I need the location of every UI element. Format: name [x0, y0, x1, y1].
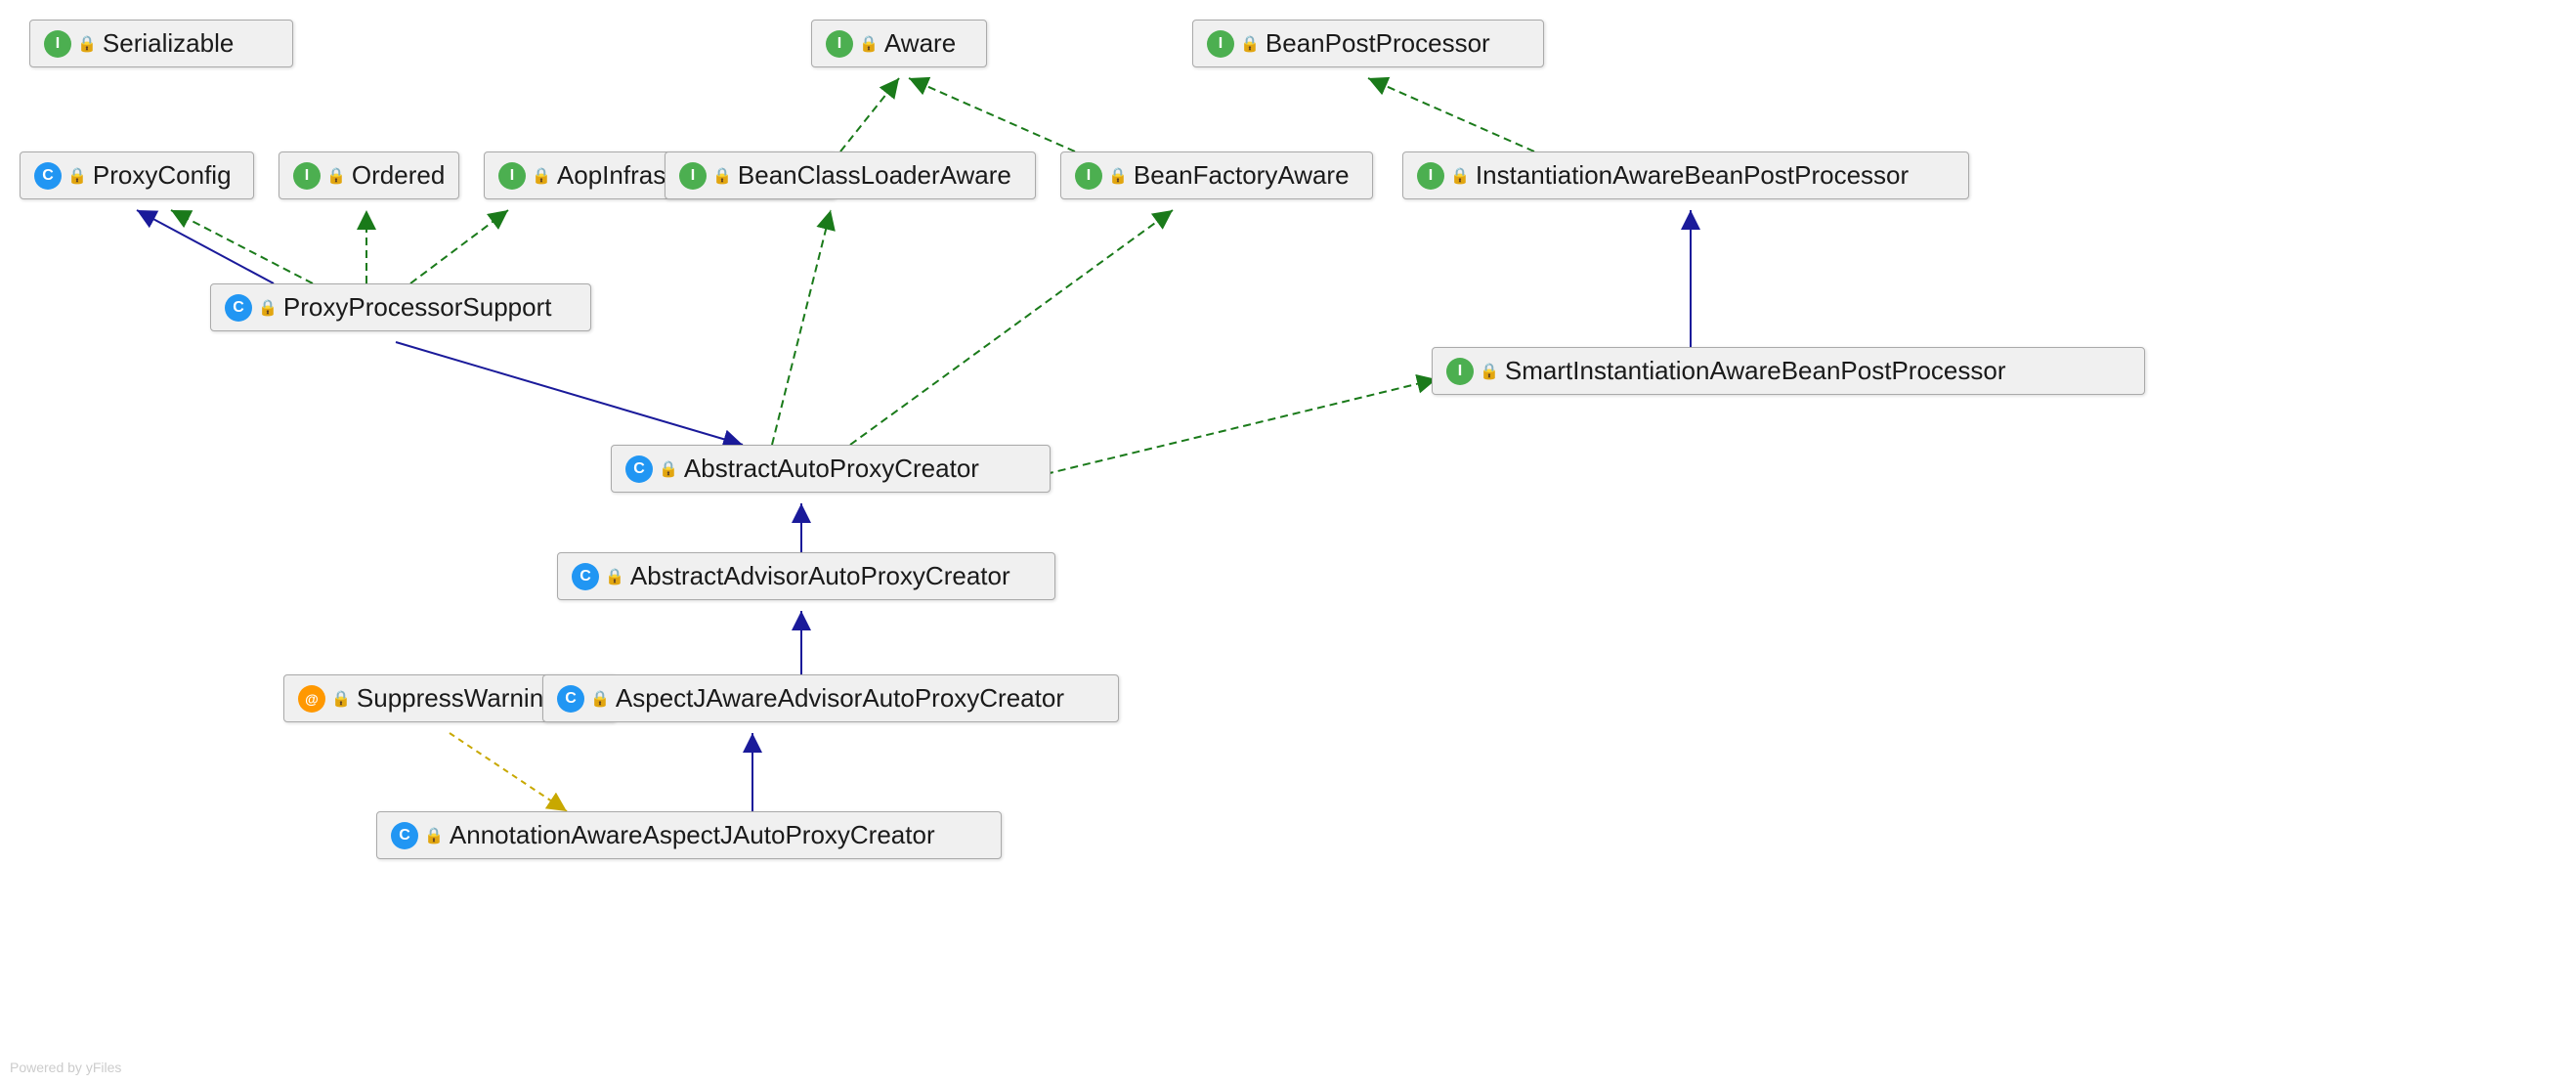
node-proxyprocessorsupport[interactable]: C 🔒 ProxyProcessorSupport [210, 283, 591, 331]
node-instantiationawarebeanpostprocessor[interactable]: I 🔒 InstantiationAwareBeanPostProcessor [1402, 152, 1969, 199]
node-aspectjawareadvisorautoproxycreator[interactable]: C 🔒 AspectJAwareAdvisorAutoProxyCreator [542, 674, 1119, 722]
badge-proxyconfig: C [34, 162, 62, 190]
diagram-container: I 🔒 Serializable I 🔒 Aware I 🔒 BeanPostP… [0, 0, 2576, 1083]
label-smartinstantiationawarebeanpostprocessor: SmartInstantiationAwareBeanPostProcessor [1505, 356, 2006, 386]
badge-instantiationawarebeanpostprocessor: I [1417, 162, 1444, 190]
node-beanpostprocessor[interactable]: I 🔒 BeanPostProcessor [1192, 20, 1544, 67]
label-abstractautoproxycreator: AbstractAutoProxyCreator [684, 454, 979, 484]
badge-abstractadvisorautoproxycreator: C [572, 563, 599, 590]
label-annotationawareaspectjautoproxycreator: AnnotationAwareAspectJAutoProxyCreator [450, 820, 935, 850]
badge-aopinfrastructurebean: I [498, 162, 526, 190]
node-serializable[interactable]: I 🔒 Serializable [29, 20, 293, 67]
node-abstractadvisorautoproxycreator[interactable]: C 🔒 AbstractAdvisorAutoProxyCreator [557, 552, 1055, 600]
badge-beanclassloaderaware: I [679, 162, 707, 190]
label-serializable: Serializable [103, 28, 234, 59]
label-instantiationawarebeanpostprocessor: InstantiationAwareBeanPostProcessor [1476, 160, 1909, 191]
node-annotationawareaspectjautoproxycreator[interactable]: C 🔒 AnnotationAwareAspectJAutoProxyCreat… [376, 811, 1002, 859]
badge-abstractautoproxycreator: C [625, 455, 653, 483]
label-proxyconfig: ProxyConfig [93, 160, 232, 191]
badge-smartinstantiationawarebeanpostprocessor: I [1446, 358, 1474, 385]
badge-proxyprocessorsupport: C [225, 294, 252, 322]
label-beanpostprocessor: BeanPostProcessor [1266, 28, 1490, 59]
badge-serializable: I [44, 30, 71, 58]
badge-aware: I [826, 30, 853, 58]
label-suppresswarnings: SuppressWarnings [357, 683, 571, 714]
badge-aspectjawareadvisorautoproxycreator: C [557, 685, 584, 713]
label-beanfactoryaware: BeanFactoryAware [1134, 160, 1350, 191]
node-beanclassloaderaware[interactable]: I 🔒 BeanClassLoaderAware [665, 152, 1036, 199]
label-abstractadvisorautoproxycreator: AbstractAdvisorAutoProxyCreator [630, 561, 1010, 591]
badge-beanfactoryaware: I [1075, 162, 1102, 190]
node-ordered[interactable]: I 🔒 Ordered [279, 152, 459, 199]
label-ordered: Ordered [352, 160, 445, 191]
node-proxyconfig[interactable]: C 🔒 ProxyConfig [20, 152, 254, 199]
badge-annotationawareaspectjautoproxycreator: C [391, 822, 418, 849]
node-aware[interactable]: I 🔒 Aware [811, 20, 987, 67]
badge-ordered: I [293, 162, 321, 190]
label-beanclassloaderaware: BeanClassLoaderAware [738, 160, 1011, 191]
node-smartinstantiationawarebeanpostprocessor[interactable]: I 🔒 SmartInstantiationAwareBeanPostProce… [1432, 347, 2145, 395]
badge-beanpostprocessor: I [1207, 30, 1234, 58]
watermark: Powered by yFiles [10, 1060, 121, 1075]
node-beanfactoryaware[interactable]: I 🔒 BeanFactoryAware [1060, 152, 1373, 199]
label-proxyprocessorsupport: ProxyProcessorSupport [283, 292, 552, 323]
label-aspectjawareadvisorautoproxycreator: AspectJAwareAdvisorAutoProxyCreator [616, 683, 1064, 714]
node-abstractautoproxycreator[interactable]: C 🔒 AbstractAutoProxyCreator [611, 445, 1051, 493]
badge-suppresswarnings: @ [298, 685, 325, 713]
label-aware: Aware [884, 28, 956, 59]
